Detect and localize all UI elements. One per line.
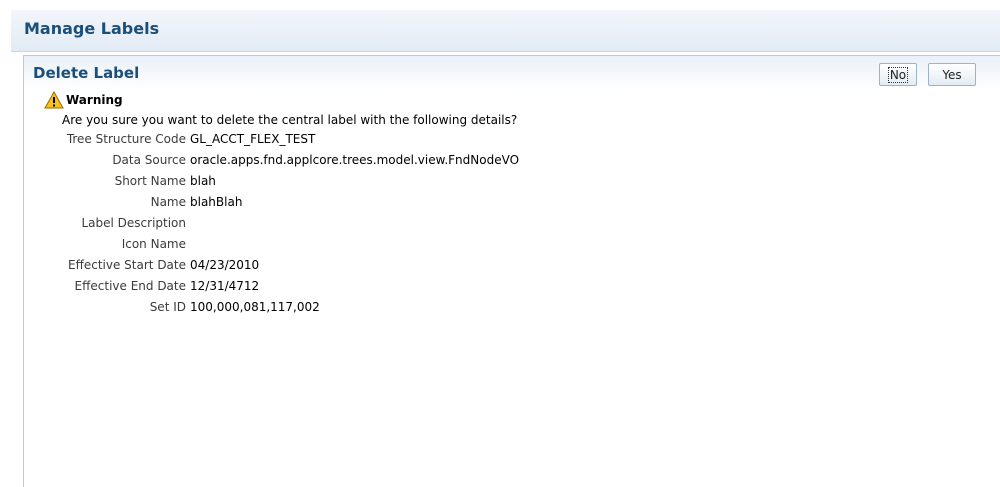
dialog-title: Delete Label	[33, 64, 140, 82]
warning-icon	[44, 91, 64, 109]
page-header: Manage Labels	[11, 10, 1000, 52]
detail-label: Label Description	[81, 216, 186, 230]
detail-label: Tree Structure Code	[66, 132, 186, 146]
detail-label: Data Source	[112, 153, 186, 167]
page-title: Manage Labels	[24, 19, 160, 38]
detail-value: 100,000,081,117,002	[190, 300, 320, 314]
detail-value: 12/31/4712	[190, 279, 260, 293]
warning-title: Warning	[66, 93, 123, 107]
dialog-header: Delete Label No Yes	[24, 56, 1000, 90]
detail-label: Name	[150, 195, 186, 209]
delete-label-dialog: Delete Label No Yes Warning Are you sure…	[23, 55, 1000, 487]
detail-value: oracle.apps.fnd.applcore.trees.model.vie…	[190, 153, 520, 167]
detail-value: GL_ACCT_FLEX_TEST	[190, 132, 316, 146]
confirmation-message: Are you sure you want to delete the cent…	[62, 113, 518, 127]
detail-value: 04/23/2010	[190, 258, 260, 272]
detail-label: Short Name	[114, 174, 186, 188]
detail-label: Effective End Date	[74, 279, 186, 293]
no-button-label: No	[887, 66, 909, 83]
warning-heading: Warning	[44, 91, 123, 109]
detail-label: Icon Name	[121, 237, 186, 251]
detail-value: blah	[190, 174, 216, 188]
detail-label: Set ID	[149, 300, 186, 314]
detail-value: blahBlah	[190, 195, 243, 209]
no-button[interactable]: No	[879, 63, 917, 86]
yes-button[interactable]: Yes	[928, 63, 976, 86]
detail-label: Effective Start Date	[68, 258, 186, 272]
yes-button-label: Yes	[942, 67, 962, 82]
